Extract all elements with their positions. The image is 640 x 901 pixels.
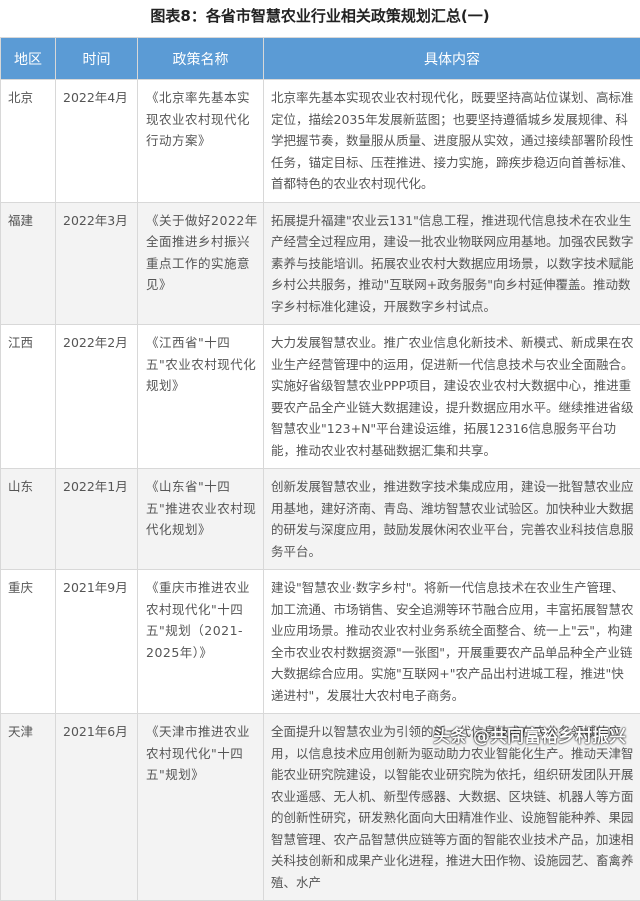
content-cell: 拓展提升福建"农业云131"信息工程，推进现代信息技术在农业生产经营全过程应用，… xyxy=(264,202,640,325)
time-cell: 2022年2月 xyxy=(56,325,138,469)
table-title: 图表8：各省市智慧农业行业相关政策规划汇总(一) xyxy=(0,0,640,37)
table-row: 福建 2022年3月 《关于做好2022年全面推进乡村振兴重点工作的实施意见》 … xyxy=(1,202,640,325)
region-cell: 福建 xyxy=(1,202,56,325)
source-watermark: 头条 @共同富裕乡村振兴 xyxy=(433,722,626,747)
time-cell: 2022年3月 xyxy=(56,202,138,325)
table-row: 江西 2022年2月 《江西省"十四五"农业农村现代化规划》 大力发展智慧农业。… xyxy=(1,325,640,469)
header-policy-name: 政策名称 xyxy=(138,38,264,80)
region-cell: 山东 xyxy=(1,469,56,570)
policy-table: 地区 时间 政策名称 具体内容 北京 2022年4月 《北京率先基本实现农业农村… xyxy=(0,37,640,901)
time-cell: 2021年6月 xyxy=(56,714,138,901)
policy-name-cell: 《北京率先基本实现农业农村现代化行动方案》 xyxy=(138,80,264,203)
time-cell: 2022年4月 xyxy=(56,80,138,203)
content-cell: 大力发展智慧农业。推广农业信息化新技术、新模式、新成果在农业生产经营管理中的运用… xyxy=(264,325,640,469)
policy-name-cell: 《山东省"十四五"推进农业农村现代化规划》 xyxy=(138,469,264,570)
header-content: 具体内容 xyxy=(264,38,640,80)
region-cell: 江西 xyxy=(1,325,56,469)
time-cell: 2021年9月 xyxy=(56,570,138,714)
table-row: 重庆 2021年9月 《重庆市推进农业农村现代化"十四五"规划（2021-202… xyxy=(1,570,640,714)
content-cell: 北京率先基本实现农业农村现代化，既要坚持高站位谋划、高标准定位，描绘2035年发… xyxy=(264,80,640,203)
header-time: 时间 xyxy=(56,38,138,80)
policy-name-cell: 《关于做好2022年全面推进乡村振兴重点工作的实施意见》 xyxy=(138,202,264,325)
table-row: 北京 2022年4月 《北京率先基本实现农业农村现代化行动方案》 北京率先基本实… xyxy=(1,80,640,203)
header-region: 地区 xyxy=(1,38,56,80)
time-cell: 2022年1月 xyxy=(56,469,138,570)
content-cell: 创新发展智慧农业，推进数字技术集成应用，建设一批智慧农业应用基地，建好济南、青岛… xyxy=(264,469,640,570)
table-header-row: 地区 时间 政策名称 具体内容 xyxy=(1,38,640,80)
content-cell: 建设"智慧农业·数字乡村"。将新一代信息技术在农业生产管理、加工流通、市场销售、… xyxy=(264,570,640,714)
region-cell: 重庆 xyxy=(1,570,56,714)
region-cell: 北京 xyxy=(1,80,56,203)
policy-name-cell: 《江西省"十四五"农业农村现代化规划》 xyxy=(138,325,264,469)
policy-name-cell: 《天津市推进农业农村现代化"十四五"规划》 xyxy=(138,714,264,901)
table-row: 山东 2022年1月 《山东省"十四五"推进农业农村现代化规划》 创新发展智慧农… xyxy=(1,469,640,570)
region-cell: 天津 xyxy=(1,714,56,901)
policy-name-cell: 《重庆市推进农业农村现代化"十四五"规划（2021-2025年）》 xyxy=(138,570,264,714)
